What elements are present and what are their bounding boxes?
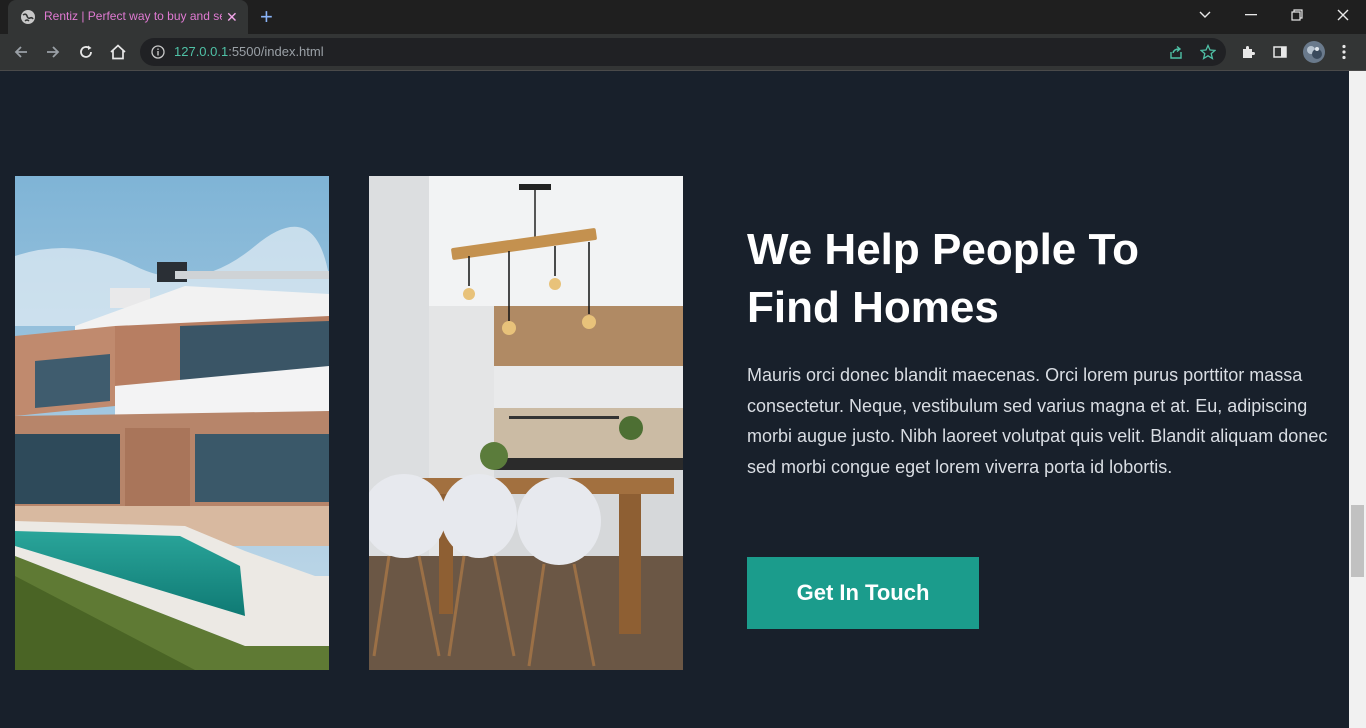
scrollbar-thumb[interactable] — [1351, 505, 1364, 577]
tab-title: Rentiz | Perfect way to buy and se — [44, 9, 222, 23]
section-description: Mauris orci donec blandit maecenas. Orci… — [747, 365, 1328, 477]
minimize-icon[interactable] — [1228, 0, 1274, 30]
star-icon[interactable] — [1198, 42, 1218, 62]
about-section: We Help People To Find Homes Mauris orci… — [0, 71, 1349, 728]
get-in-touch-button[interactable]: Get In Touch — [747, 557, 979, 629]
forward-arrow-icon[interactable] — [43, 42, 63, 62]
globe-icon — [20, 9, 36, 25]
info-icon[interactable] — [148, 42, 168, 62]
window-close-icon[interactable] — [1320, 0, 1366, 30]
url-text: 127.0.0.1:5500/index.html — [174, 44, 324, 59]
chevron-down-icon[interactable] — [1182, 0, 1228, 30]
address-bar[interactable]: 127.0.0.1:5500/index.html — [140, 38, 1226, 66]
kitchen-dining-photo — [369, 176, 683, 670]
browser-toolbar: 127.0.0.1:5500/index.html — [0, 34, 1366, 71]
reload-icon[interactable] — [76, 42, 96, 62]
share-icon[interactable] — [1166, 42, 1186, 62]
browser-tab-bar: Rentiz | Perfect way to buy and se ✕ + — [0, 0, 1366, 34]
headline-line-1: We Help People To — [747, 225, 1139, 274]
back-arrow-icon[interactable] — [11, 42, 31, 62]
page-scrollbar[interactable] — [1349, 71, 1366, 728]
home-icon[interactable] — [108, 42, 128, 62]
close-icon[interactable]: ✕ — [226, 8, 238, 26]
restore-icon[interactable] — [1274, 0, 1320, 30]
extensions-puzzle-icon[interactable] — [1238, 42, 1258, 62]
section-headline: We Help People To Find Homes — [747, 221, 1307, 337]
headline-line-2: Find Homes — [747, 283, 999, 332]
profile-avatar[interactable] — [1302, 40, 1326, 64]
browser-tab[interactable]: Rentiz | Perfect way to buy and se ✕ — [8, 0, 248, 34]
more-menu-icon[interactable] — [1334, 42, 1354, 62]
side-panel-icon[interactable] — [1270, 42, 1290, 62]
villa-pool-photo — [15, 176, 329, 670]
new-tab-icon[interactable]: + — [260, 6, 273, 28]
